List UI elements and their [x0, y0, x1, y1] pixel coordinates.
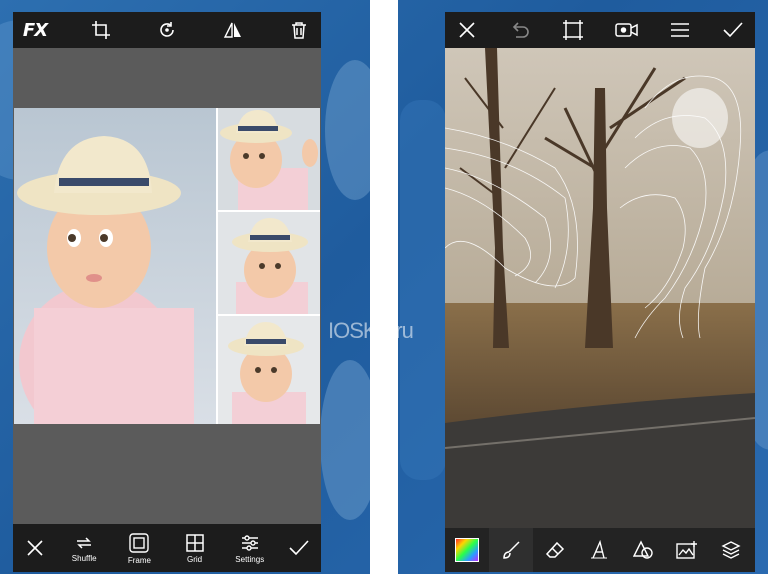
color-palette-button[interactable] — [445, 528, 489, 572]
image-add-button[interactable] — [665, 528, 709, 572]
shape-button[interactable] — [621, 528, 665, 572]
top-gray-area — [13, 48, 321, 108]
apply-button[interactable] — [285, 534, 313, 562]
settings-button[interactable]: Settings — [230, 533, 270, 564]
layers-icon — [721, 541, 741, 559]
shuffle-icon — [77, 536, 92, 549]
close-button[interactable] — [453, 16, 481, 44]
close-icon — [459, 22, 475, 38]
check-icon — [289, 540, 309, 556]
check-icon — [723, 22, 743, 38]
flip-button[interactable] — [219, 16, 247, 44]
text-icon — [591, 540, 607, 559]
delete-button[interactable] — [285, 16, 313, 44]
fx-label: FX — [22, 19, 48, 41]
collage-bottom-toolbar: Shuffle Frame Grid Settings — [13, 524, 321, 572]
child-photo — [17, 136, 194, 424]
collage-editor-screen: FX Shuffle Frame Grid Settings — [13, 12, 321, 572]
child-photo — [228, 322, 306, 424]
child-photo — [220, 110, 318, 210]
shuffle-label: Shuffle — [71, 553, 97, 563]
image-add-icon — [676, 541, 697, 559]
bottom-gray-area — [13, 424, 321, 524]
brush-icon — [503, 541, 520, 559]
brush-button[interactable] — [489, 528, 533, 572]
settings-label: Settings — [235, 554, 265, 564]
background-decoration — [400, 100, 446, 480]
frame-button[interactable]: Frame — [119, 532, 159, 565]
collage-toolbar: FX — [13, 12, 321, 48]
grid-button[interactable]: Grid — [175, 533, 215, 564]
screen-divider — [370, 0, 398, 574]
collage-cell-small-2[interactable] — [218, 212, 320, 314]
frame-icon — [129, 532, 150, 553]
close-icon — [27, 540, 43, 556]
menu-icon — [670, 23, 689, 37]
text-button[interactable] — [577, 528, 621, 572]
crop-icon — [563, 20, 584, 40]
crop-button[interactable] — [559, 16, 587, 44]
frame-label: Frame — [127, 555, 151, 565]
layers-button[interactable] — [709, 528, 753, 572]
crop-button[interactable] — [87, 16, 115, 44]
undo-icon — [513, 22, 529, 38]
apply-button[interactable] — [719, 16, 747, 44]
undo-button[interactable] — [506, 16, 534, 44]
watermark-text: IOSKA.ru — [328, 318, 414, 343]
eraser-button[interactable] — [533, 528, 577, 572]
collage-cell-small-1[interactable] — [218, 108, 320, 210]
landscape-photo — [445, 48, 755, 528]
grid-label: Grid — [187, 554, 203, 564]
shuffle-button[interactable]: Shuffle — [64, 534, 104, 563]
crop-icon — [92, 21, 110, 39]
menu-button[interactable] — [666, 16, 694, 44]
photo-collage — [14, 108, 320, 424]
video-button[interactable] — [613, 16, 641, 44]
drawing-toolbar — [445, 12, 755, 48]
collage-cell-small-3[interactable] — [218, 316, 320, 424]
flip-icon — [223, 22, 241, 38]
child-photo — [232, 218, 308, 314]
fx-button[interactable]: FX — [21, 16, 49, 44]
color-palette-icon — [455, 538, 479, 562]
eraser-icon — [545, 541, 565, 558]
rotate-icon — [160, 22, 174, 37]
collage-cell-large[interactable] — [14, 108, 216, 424]
delete-icon — [292, 22, 306, 39]
shape-icon — [633, 540, 653, 559]
rotate-button[interactable] — [153, 16, 181, 44]
drawing-bottom-toolbar — [445, 528, 755, 572]
grid-icon — [185, 533, 204, 552]
settings-icon — [241, 534, 258, 551]
drawing-editor-screen — [445, 12, 755, 572]
cancel-button[interactable] — [21, 534, 49, 562]
drawing-canvas[interactable] — [445, 48, 755, 528]
video-icon — [614, 23, 638, 37]
